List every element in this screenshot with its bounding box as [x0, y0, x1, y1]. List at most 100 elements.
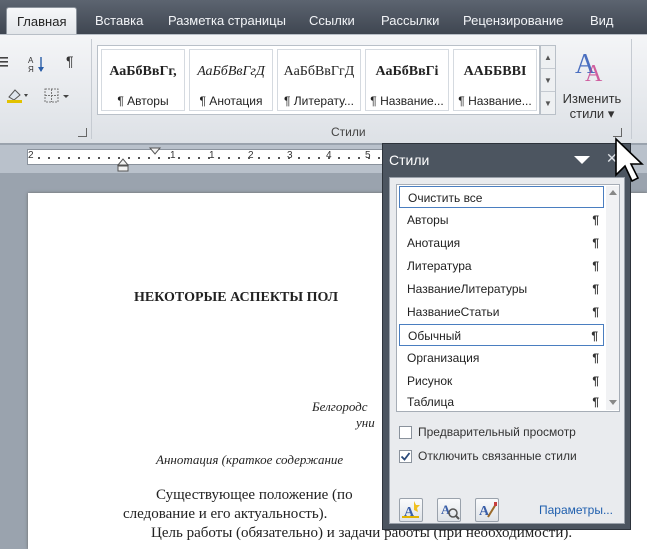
style-item-authors[interactable]: Авторы ¶: [399, 209, 604, 231]
style-item-label: НазваниеЛитературы: [407, 282, 528, 296]
borders-icon[interactable]: [44, 88, 70, 107]
gallery-style-name: ¶ Анотация: [199, 94, 263, 108]
svg-text:А: А: [28, 56, 34, 65]
disable-linked-styles-label: Отключить связанные стили: [418, 449, 577, 463]
gallery-style-sample: АаБбВвГгД: [283, 64, 355, 79]
ruler-tick: [338, 157, 340, 159]
paragraph-dialog-launcher-icon[interactable]: [78, 128, 87, 137]
style-inspector-button[interactable]: A: [437, 498, 461, 522]
options-link[interactable]: Параметры...: [539, 503, 613, 517]
styles-pane-body: Очистить все Авторы ¶ Анотация ¶ Литератур…: [389, 177, 625, 524]
quick-styles-gallery: АаБбВвГг, ¶ Авторы АаБбВвГгД ¶ Анотация …: [97, 45, 540, 115]
tab-page-layout[interactable]: Разметка страницы: [158, 7, 296, 34]
style-item-label: Рисунок: [407, 374, 453, 388]
ruler-tick: [268, 157, 270, 159]
scroll-up-icon[interactable]: [609, 190, 617, 195]
style-item-literature[interactable]: Литература ¶: [399, 255, 604, 277]
ruler-label: 2: [28, 150, 34, 161]
sort-icon[interactable]: АЯ: [28, 55, 46, 76]
styles-pane: Стили ✕ Очистить все Авторы ¶ Анотация ¶ Л…: [382, 143, 631, 530]
style-item-table[interactable]: Таблица ¶: [399, 393, 604, 411]
ruler-tick: [228, 157, 230, 159]
change-styles-button[interactable]: A A Изменить стили ▾: [557, 41, 627, 121]
style-item-organization[interactable]: Организация ¶: [399, 347, 604, 369]
manage-styles-button[interactable]: A: [475, 498, 499, 522]
ruler-tick: [358, 157, 360, 159]
ruler-tick: [218, 157, 220, 159]
style-item-label: Анотация: [407, 236, 461, 250]
ruler-tick: [88, 157, 90, 159]
style-item-clear-all[interactable]: Очистить все: [399, 186, 604, 208]
style-item-annotation[interactable]: Анотация ¶: [399, 232, 604, 254]
ruler-tick: [298, 157, 300, 159]
tab-references[interactable]: Ссылки: [299, 7, 365, 34]
gallery-more-icon[interactable]: ▼: [541, 92, 555, 115]
ruler-tick: [288, 157, 290, 159]
svg-text:A: A: [585, 61, 603, 85]
ruler-label: 2: [248, 150, 254, 161]
document-paragraph: следование и его актуальность).: [123, 506, 328, 522]
tab-insert[interactable]: Вставка: [85, 7, 153, 34]
new-style-button[interactable]: A: [399, 498, 423, 522]
ruler-label: 1: [170, 150, 176, 161]
gallery-scroll-up-icon[interactable]: ▲: [541, 46, 555, 69]
document-paragraph: Существующее положение (по: [156, 487, 353, 503]
styles-list: Очистить все Авторы ¶ Анотация ¶ Литератур…: [396, 184, 620, 412]
gallery-style-annotation[interactable]: АаБбВвГгД ¶ Анотация: [189, 49, 273, 111]
ruler-tick: [168, 157, 170, 159]
paragraph-style-icon: ¶: [591, 329, 598, 343]
ruler-label: 4: [326, 150, 332, 161]
tab-home[interactable]: Главная: [6, 7, 78, 34]
ruler-tick: [78, 157, 80, 159]
tab-review[interactable]: Рецензирование: [453, 7, 573, 34]
gallery-style-sample: АаБбВвГгД: [197, 64, 265, 79]
tab-mailings[interactable]: Рассылки: [371, 7, 449, 34]
style-item-normal[interactable]: Обычный ¶: [399, 324, 604, 346]
style-item-label: НазваниеСтатьи: [407, 305, 500, 319]
paragraph-style-icon: ¶: [592, 395, 599, 409]
ruler-tick: [198, 157, 200, 159]
tab-view[interactable]: Вид: [580, 7, 624, 34]
styles-dialog-launcher-icon[interactable]: [613, 128, 622, 137]
styles-list-scrollbar[interactable]: [606, 186, 619, 410]
ruler-tick: [178, 157, 180, 159]
disable-linked-styles-checkbox[interactable]: [399, 450, 412, 463]
scroll-down-icon[interactable]: [609, 400, 617, 405]
gallery-scroll-down-icon[interactable]: ▼: [541, 69, 555, 92]
style-item-label: Авторы: [407, 213, 449, 227]
change-styles-line1: Изменить: [562, 91, 622, 106]
gallery-style-sample: АаБбВвГг,: [109, 64, 177, 79]
paragraph-style-icon: ¶: [592, 374, 599, 388]
mouse-cursor-icon: [615, 137, 644, 183]
style-item-label: Организация: [407, 351, 480, 365]
ruler-tick: [248, 157, 250, 159]
checkmark-icon: [400, 452, 411, 461]
shading-icon[interactable]: [6, 87, 28, 106]
ruler-label: 1: [209, 150, 215, 161]
pane-options-dropdown-icon[interactable]: [574, 156, 590, 164]
ruler-label: 3: [287, 150, 293, 161]
gallery-style-title-lit[interactable]: АаБбВвГі ¶ Название...: [365, 49, 449, 111]
ruler-tick: [278, 157, 280, 159]
style-item-title-article[interactable]: НазваниеСтатьи ¶: [399, 301, 604, 323]
gallery-style-literature[interactable]: АаБбВвГгД ¶ Литерату...: [277, 49, 361, 111]
ruler-tick: [238, 157, 240, 159]
preview-checkbox[interactable]: [399, 426, 412, 439]
indent-markers-icon[interactable]: [117, 146, 165, 172]
ruler-tick: [188, 157, 190, 159]
gallery-style-authors[interactable]: АаБбВвГг, ¶ Авторы: [101, 49, 185, 111]
styles-group-label: Стили: [331, 125, 366, 139]
document-title: НЕКОТОРЫЕ АСПЕКТЫ ПОЛ: [134, 290, 339, 305]
style-item-title-literature[interactable]: НазваниеЛитературы ¶: [399, 278, 604, 300]
list-icon[interactable]: [0, 55, 10, 72]
group-separator: [91, 39, 92, 139]
ruler-tick: [38, 157, 40, 159]
gallery-style-name: ¶ Литерату...: [284, 94, 354, 108]
style-inspector-icon: A: [441, 502, 460, 520]
paragraph-style-icon: ¶: [592, 236, 599, 250]
style-item-figure[interactable]: Рисунок ¶: [399, 370, 604, 392]
gallery-style-title-article[interactable]: ААББВВI ¶ Название...: [453, 49, 537, 111]
gallery-scrollbar: ▲ ▼ ▼: [540, 45, 556, 115]
show-formatting-marks-button[interactable]: ¶: [66, 53, 74, 69]
horizontal-ruler[interactable]: 2 1 1 2 3 4 5: [27, 149, 387, 165]
